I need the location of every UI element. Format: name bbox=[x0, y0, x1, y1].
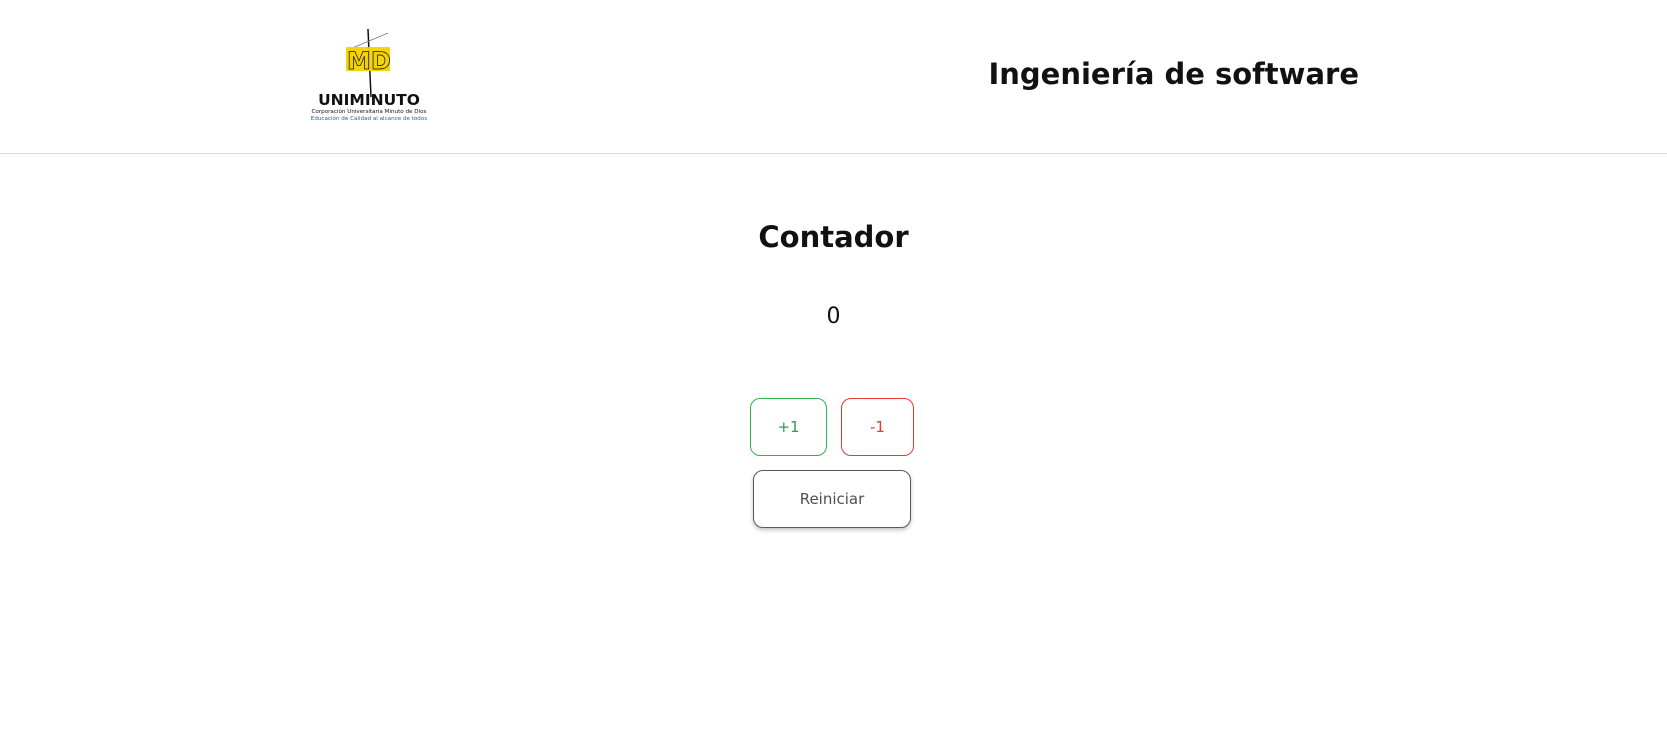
increment-button[interactable]: +1 bbox=[750, 398, 827, 456]
logo-line2: Educación de Calidad al alcance de todos bbox=[311, 115, 427, 122]
header-title: Ingeniería de software bbox=[988, 57, 1359, 91]
logo-brand-text: UNIMINUTO bbox=[318, 91, 420, 109]
counter-section: Contador 0 +1 -1 Reiniciar bbox=[0, 155, 1667, 755]
header: MD UNIMINUTO Corporación Universitaria M… bbox=[0, 0, 1667, 154]
logo-monogram: MD bbox=[347, 47, 391, 75]
uniminuto-logo: MD UNIMINUTO Corporación Universitaria M… bbox=[300, 27, 438, 123]
logo-line1: Corporación Universitaria Minuto de Dios bbox=[312, 108, 427, 115]
counter-value: 0 bbox=[826, 304, 841, 329]
decrement-button[interactable]: -1 bbox=[841, 398, 914, 456]
reset-button[interactable]: Reiniciar bbox=[753, 470, 911, 528]
counter-title: Contador bbox=[758, 220, 909, 254]
